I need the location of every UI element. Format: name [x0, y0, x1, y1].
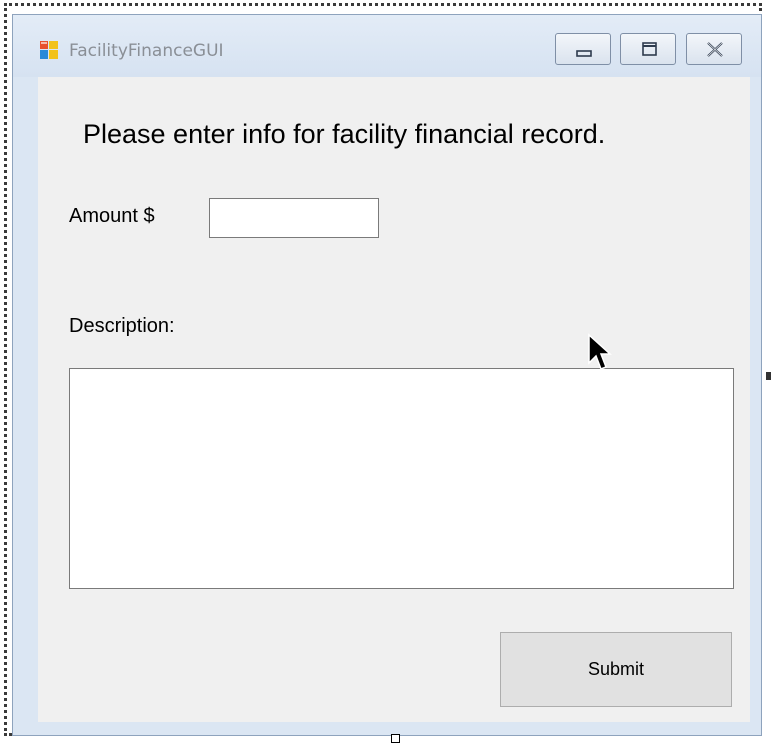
mouse-cursor-icon: [588, 333, 612, 370]
form-client-area: Please enter info for facility financial…: [38, 77, 750, 722]
close-button[interactable]: [686, 33, 742, 65]
app-window: FacilityFinanceGUI Please enter info for…: [12, 14, 762, 736]
maximize-icon: [642, 42, 657, 56]
resize-handle-bottom[interactable]: [391, 734, 400, 743]
maximize-button[interactable]: [620, 33, 676, 65]
minimize-button[interactable]: [555, 33, 611, 65]
amount-label: Amount $: [69, 205, 155, 227]
form-heading: Please enter info for facility financial…: [83, 119, 606, 149]
submit-button[interactable]: Submit: [500, 632, 732, 707]
close-icon: [707, 42, 723, 57]
designer-canvas: FacilityFinanceGUI Please enter info for…: [0, 0, 771, 743]
description-label: Description:: [69, 315, 175, 337]
app-icon: [40, 41, 58, 59]
resize-handle-right[interactable]: [766, 372, 771, 380]
window-title: FacilityFinanceGUI: [69, 41, 224, 61]
minimize-icon: [576, 50, 592, 57]
title-bar[interactable]: FacilityFinanceGUI: [13, 15, 761, 77]
description-textarea[interactable]: [69, 368, 734, 589]
amount-input[interactable]: [209, 198, 379, 238]
